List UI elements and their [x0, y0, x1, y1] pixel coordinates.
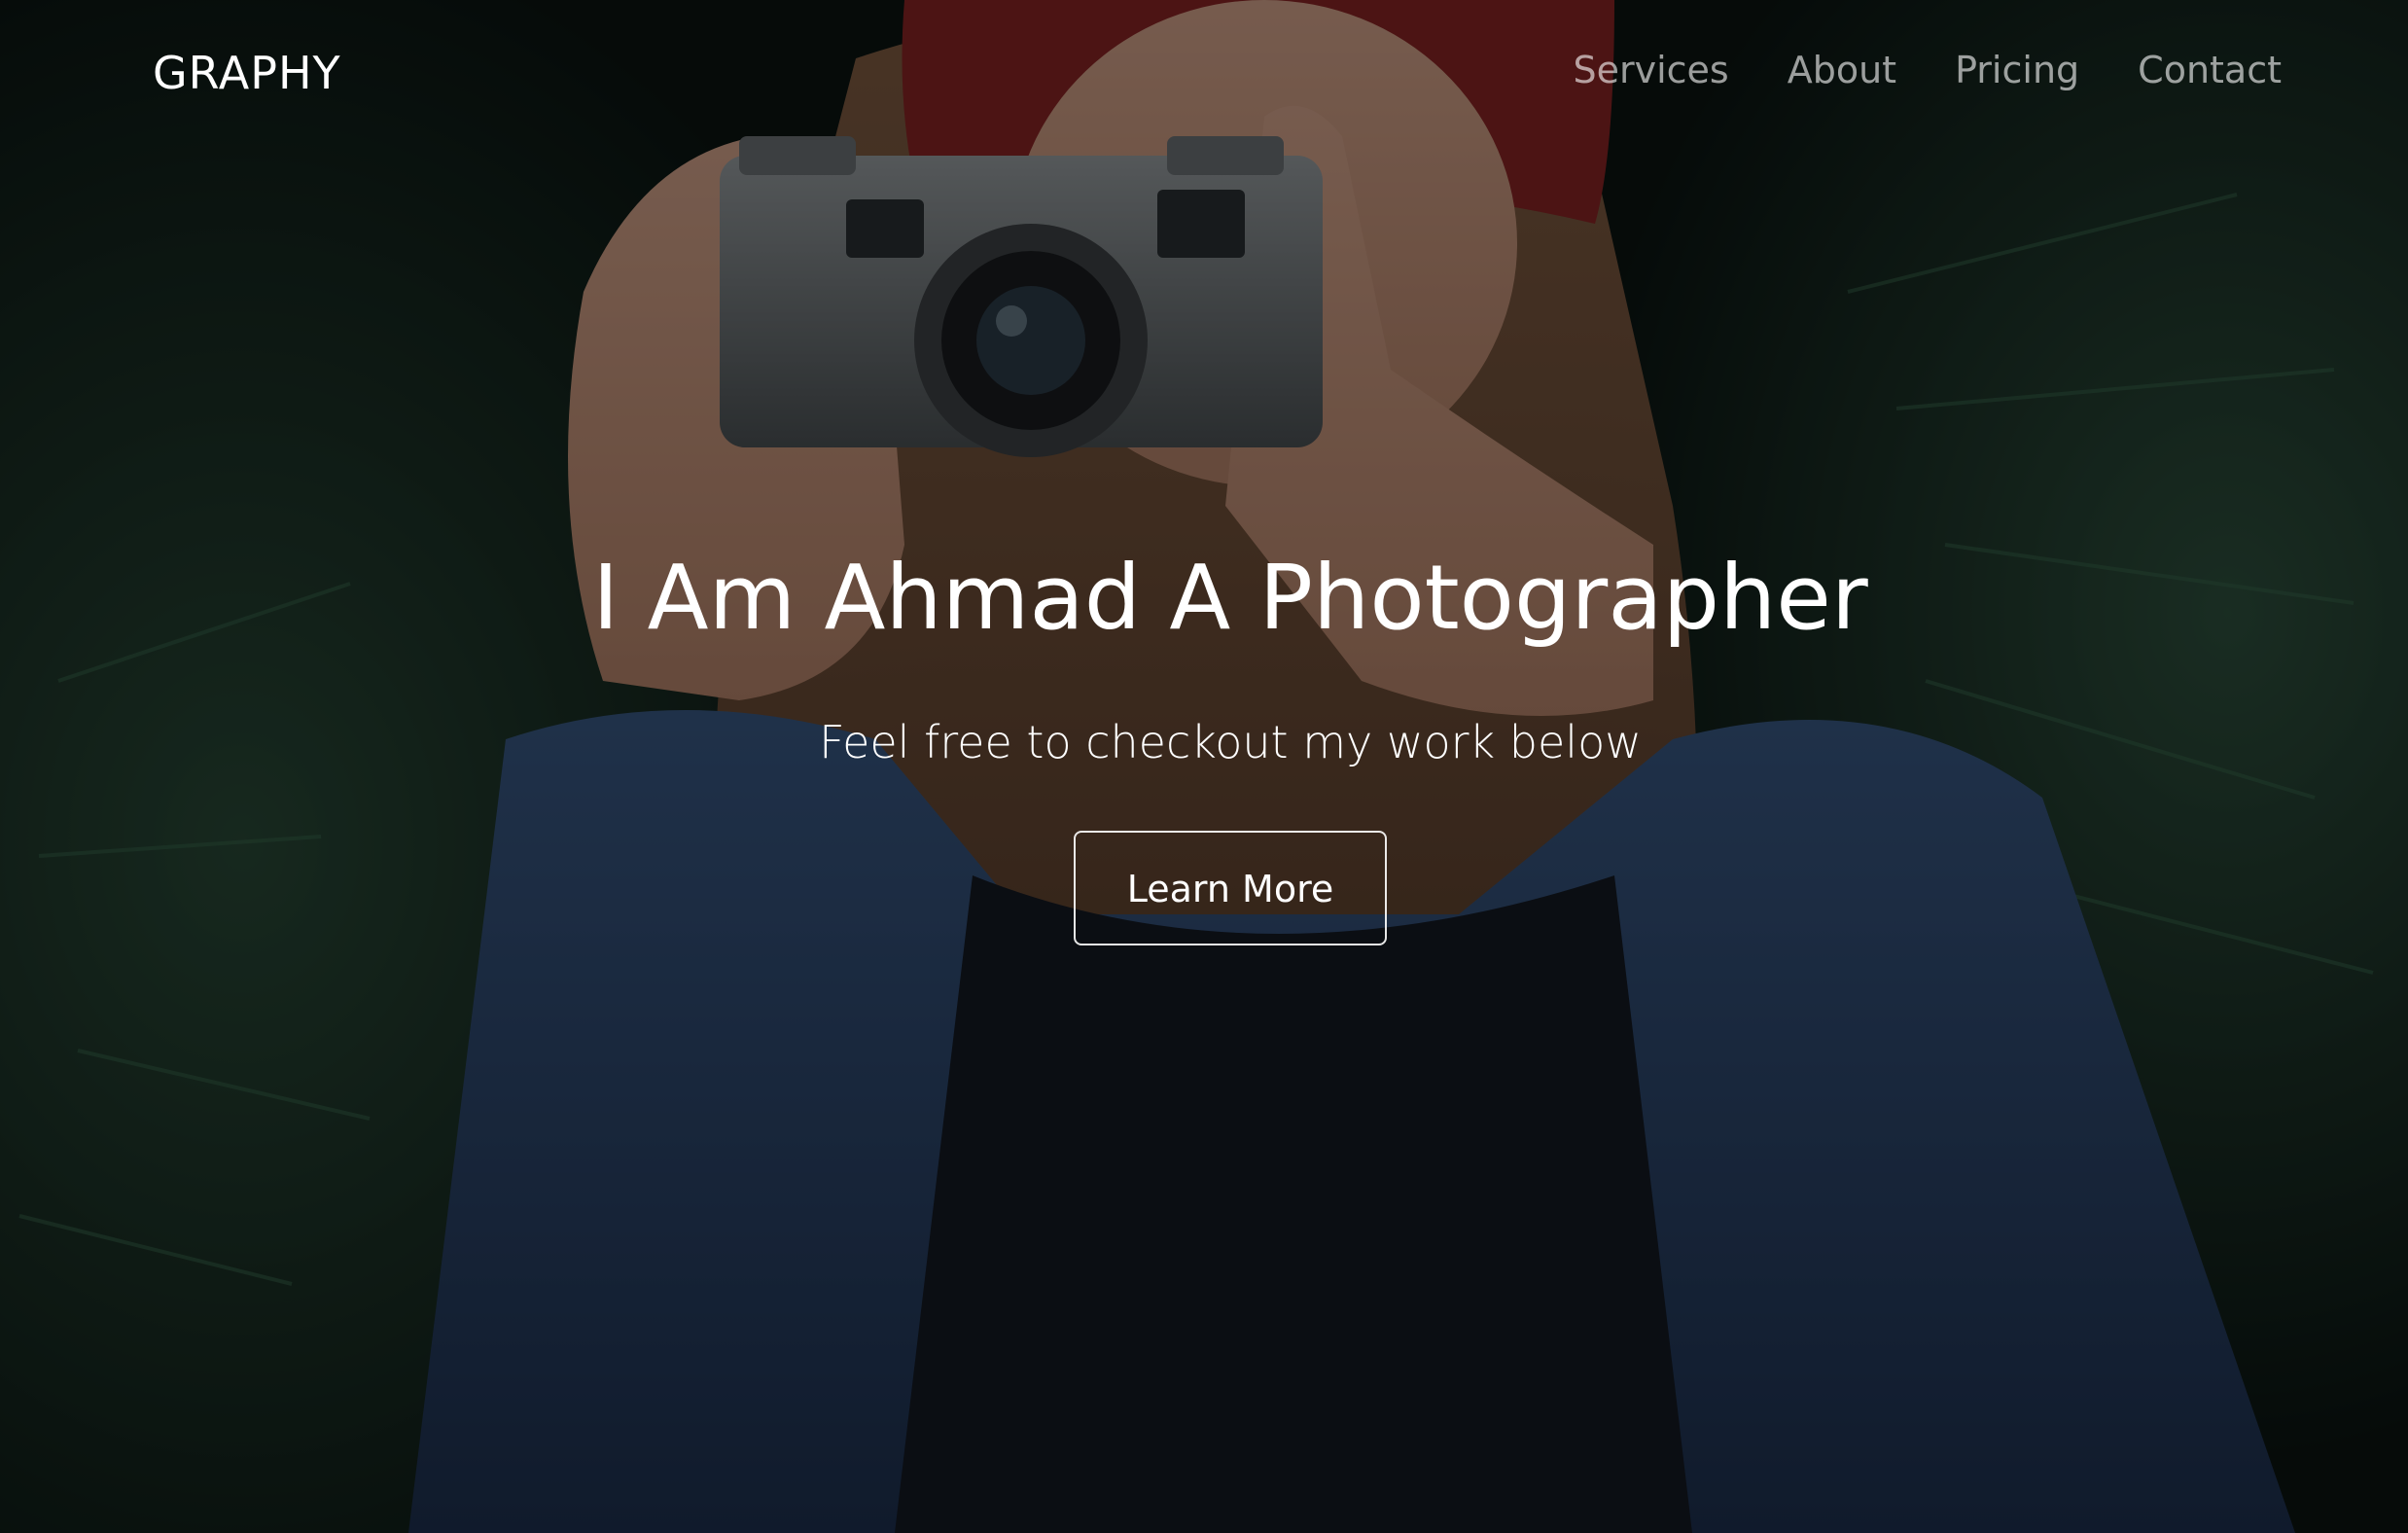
hero-subtitle: Feel free to checkout my work below: [819, 716, 1642, 769]
learn-more-button[interactable]: Learn More: [1074, 830, 1387, 945]
nav-link-contact[interactable]: Contact: [2138, 49, 2282, 91]
nav-link-pricing[interactable]: Pricing: [1955, 49, 2079, 91]
hero-title: I Am Ahmad A Photographer: [592, 546, 1868, 650]
nav-links: Services About Pricing Contact: [1573, 49, 2282, 91]
nav-item-about: About: [1788, 49, 1896, 91]
brand-logo[interactable]: GRAPHY: [153, 47, 341, 99]
hero-section: GRAPHY Services About Pricing Contact I …: [0, 0, 2408, 1533]
nav-item-services: Services: [1573, 49, 1728, 91]
nav-item-contact: Contact: [2138, 49, 2282, 91]
top-navbar: GRAPHY Services About Pricing Contact: [0, 0, 2408, 148]
nav-link-about[interactable]: About: [1788, 49, 1896, 91]
hero-content: I Am Ahmad A Photographer Feel free to c…: [0, 545, 2408, 945]
nav-link-services[interactable]: Services: [1573, 49, 1728, 91]
nav-item-pricing: Pricing: [1955, 49, 2079, 91]
